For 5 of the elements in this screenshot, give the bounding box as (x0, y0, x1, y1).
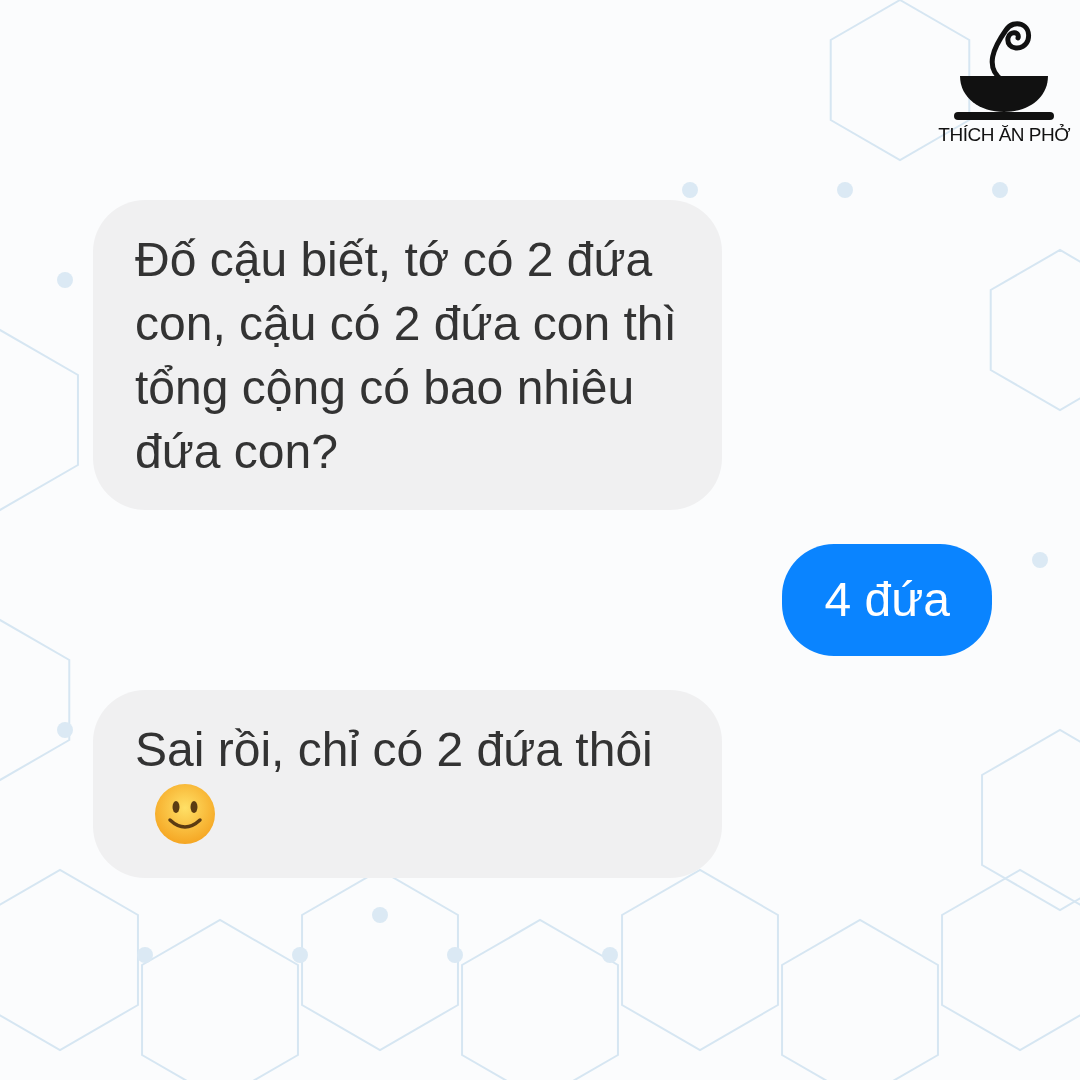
brand-name: THÍCH ĂN PHỞ (938, 124, 1070, 146)
message-bubble: Đố cậu biết, tớ có 2 đứa con, cậu có 2 đứa con thì tổng cộng có bao nhiêu đứa con? (93, 200, 722, 510)
smiling-face-icon (153, 782, 217, 846)
message-bubble: Sai rồi, chỉ có 2 đứa thôi (93, 690, 722, 878)
message-bubble: 4 đứa (782, 544, 992, 656)
